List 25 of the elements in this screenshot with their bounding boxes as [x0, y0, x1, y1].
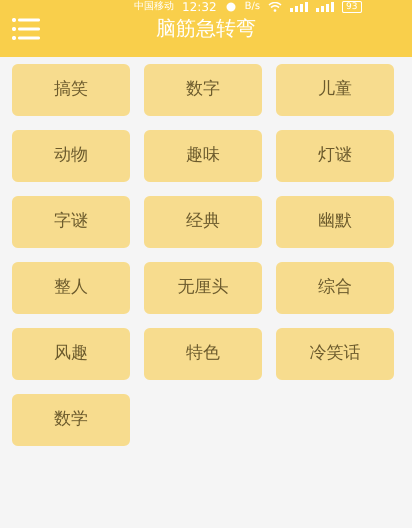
category-button[interactable]: 数学 — [12, 394, 130, 446]
category-button[interactable]: 儿童 — [276, 64, 394, 116]
category-button[interactable]: 综合 — [276, 262, 394, 314]
category-button[interactable]: 字谜 — [12, 196, 130, 248]
category-button[interactable]: 幽默 — [276, 196, 394, 248]
category-button[interactable]: 灯谜 — [276, 130, 394, 182]
category-button[interactable]: 数字 — [144, 64, 262, 116]
network-speed: B/s — [244, 1, 260, 13]
category-button[interactable]: 冷笑话 — [276, 328, 394, 380]
category-button[interactable]: 搞笑 — [12, 64, 130, 116]
menu-icon[interactable] — [12, 16, 40, 40]
category-button[interactable]: 经典 — [144, 196, 262, 248]
wifi-icon — [268, 2, 282, 12]
battery-level: 93 — [342, 1, 362, 13]
signal-bars-icon — [316, 2, 334, 12]
category-button[interactable]: 特色 — [144, 328, 262, 380]
app-title: 脑筋急转弯 — [156, 15, 256, 41]
carrier-name: 中国移动 — [134, 1, 174, 13]
signal-bars-icon — [290, 2, 308, 12]
clock-time: 12:32 — [182, 1, 217, 13]
category-button[interactable]: 整人 — [12, 262, 130, 314]
category-button[interactable]: 趣味 — [144, 130, 262, 182]
category-button[interactable]: 动物 — [12, 130, 130, 182]
category-button[interactable]: 无厘头 — [144, 262, 262, 314]
category-button[interactable]: 风趣 — [12, 328, 130, 380]
